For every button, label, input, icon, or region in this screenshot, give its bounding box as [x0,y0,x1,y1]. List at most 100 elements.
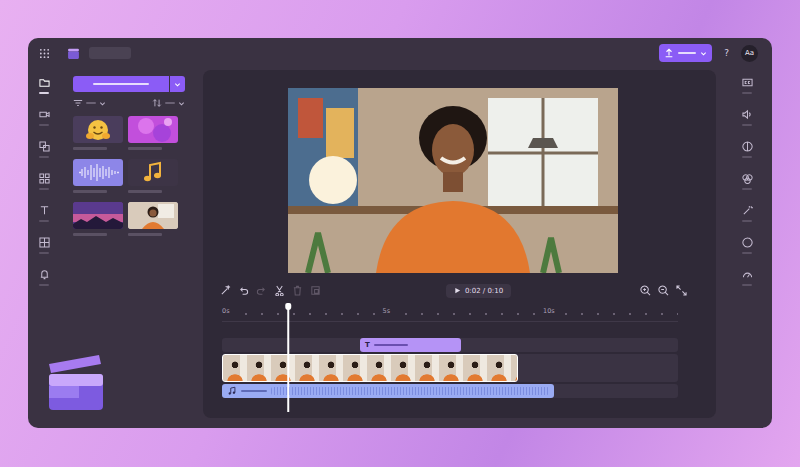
media-item[interactable] [73,116,123,150]
right-toolbar-item[interactable] [742,205,753,237]
right-toolbar-item[interactable] [742,141,753,173]
left-toolbar-item[interactable] [39,269,50,301]
media-label-bar [73,190,107,193]
media-thumbnail [73,159,123,186]
record-icon [39,109,50,120]
right-toolbar-item[interactable] [742,109,753,141]
chevron-down-icon [700,50,707,57]
music-note-icon [227,386,237,396]
redo-button[interactable] [255,284,268,297]
left-toolbar-item[interactable] [39,77,50,109]
rail-label-bar [742,156,752,158]
filters-icon [742,173,753,184]
brand-icon [39,269,50,280]
undo-button[interactable] [237,284,250,297]
export-label-bar [678,52,696,54]
audio-clip[interactable] [222,384,554,398]
right-toolbar-item[interactable] [742,77,753,109]
playhead[interactable] [287,305,289,412]
left-toolbar-item[interactable] [39,237,50,269]
time-ruler: 0s5s10s [222,307,678,322]
import-main [73,76,169,92]
time-readout: 0:02 / 0:10 [465,287,503,295]
zoom-in-button[interactable] [639,284,652,297]
media-item[interactable] [73,202,123,236]
media-thumbnail [73,116,123,143]
detach-icon [310,285,321,296]
upload-icon [664,48,674,58]
project-name-field[interactable] [89,47,131,59]
media-label-bar [73,233,107,236]
apps-grid-icon[interactable] [39,48,50,59]
video-preview[interactable] [288,88,618,273]
import-media-button[interactable] [73,76,185,92]
video-clip[interactable] [222,354,518,382]
media-thumbnail [128,159,178,186]
rail-label-bar [742,252,752,254]
rail-label-bar [39,156,49,158]
help-button[interactable]: ? [721,48,732,58]
playback-control[interactable]: 0:02 / 0:10 [446,284,511,298]
right-toolbar-item[interactable] [742,237,753,269]
rail-label-bar [742,188,752,190]
media-item[interactable] [128,159,178,193]
timeline-toolbar: 0:02 / 0:10 [203,282,716,299]
sunset-landscape-icon [73,202,123,229]
filter-label-bar [86,102,96,104]
text-clip[interactable]: T [360,338,461,352]
sticker-icon [73,116,123,143]
delete-button[interactable] [291,284,304,297]
filter-icon [73,98,83,108]
tracks: T [222,338,678,398]
ruler-label: 10s [543,307,558,315]
zoom-out-icon [658,285,669,296]
left-toolbar-item[interactable] [39,173,50,205]
filter-row [73,97,185,109]
text-clip-label-bar [374,344,408,346]
workspace: 0:02 / 0:100s5s10sT [28,68,772,428]
sort-icon [152,98,162,108]
editor-window: ?Aa0:02 / 0:100s5s10sT [28,38,772,428]
right-toolbar-item[interactable] [742,173,753,205]
ruler-label: 5s [383,307,394,315]
filter-button[interactable] [73,98,106,108]
split-button[interactable] [273,284,286,297]
split-icon [274,285,285,296]
right-toolbar-item[interactable] [742,269,753,301]
speed-icon [742,269,753,280]
detach-button[interactable] [309,284,322,297]
effects-icon [742,205,753,216]
rail-label-bar [39,92,49,94]
media-label-bar [128,190,162,193]
waveform-icon [73,159,123,186]
sort-button[interactable] [152,98,185,108]
rail-label-bar [742,92,752,94]
import-dropdown[interactable] [170,76,185,92]
media-item[interactable] [128,116,178,150]
playhead-handle[interactable] [285,303,291,310]
media-item[interactable] [128,202,178,236]
rail-label-bar [39,284,49,286]
clipchamp-logo-icon [47,354,105,410]
video-thumbnail-icon [128,202,178,229]
editor-panel: 0:02 / 0:100s5s10sT [203,70,716,418]
left-toolbar-item[interactable] [39,109,50,141]
left-toolbar-item[interactable] [39,141,50,173]
media-item[interactable] [73,159,123,193]
text-clip-icon: T [365,341,370,349]
export-button[interactable] [659,44,712,62]
fit-button[interactable] [675,284,688,297]
rail-label-bar [39,220,49,222]
sort-label-bar [165,102,175,104]
media-grid [73,116,185,236]
magic-button[interactable] [219,284,232,297]
media-thumbnail [73,202,123,229]
account-avatar[interactable]: Aa [741,45,758,62]
left-toolbar-item[interactable] [39,205,50,237]
rail-label-bar [39,252,49,254]
chevron-down-icon [174,81,181,88]
play-icon [454,287,461,294]
zoom-out-button[interactable] [657,284,670,297]
zoom-tools [628,284,688,297]
media-thumbnail [128,202,178,229]
